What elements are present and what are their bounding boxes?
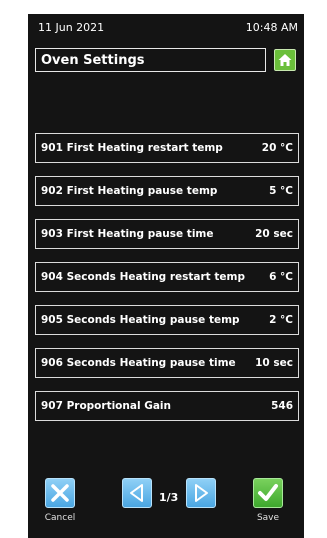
cancel-button[interactable]: [45, 478, 75, 508]
setting-value: 20 °C: [261, 142, 293, 154]
setting-row-902[interactable]: 902 First Heating pause temp 5 °C: [35, 176, 299, 206]
setting-label: 904 Seconds Heating restart temp: [41, 271, 245, 283]
setting-label: 902 First Heating pause temp: [41, 185, 218, 197]
oven-settings-screen: 11 Jun 2021 10:48 AM Oven Settings 901 F…: [28, 14, 304, 538]
checkmark-icon: [258, 484, 278, 501]
setting-row-901[interactable]: 901 First Heating restart temp 20 °C: [35, 133, 299, 163]
setting-row-906[interactable]: 906 Seconds Heating pause time 10 sec: [35, 348, 299, 378]
save-caption: Save: [256, 513, 280, 523]
setting-value: 10 sec: [255, 357, 293, 369]
triangle-left-icon: [130, 484, 143, 502]
setting-row-903[interactable]: 903 First Heating pause time 20 sec: [35, 219, 299, 249]
setting-row-905[interactable]: 905 Seconds Heating pause temp 2 °C: [35, 305, 299, 335]
setting-label: 907 Proportional Gain: [41, 400, 171, 412]
setting-value: 6 °C: [269, 271, 293, 283]
x-icon: [51, 484, 69, 502]
setting-value: 20 sec: [255, 228, 293, 240]
page-title: Oven Settings: [35, 48, 266, 72]
next-page-button[interactable]: [186, 478, 216, 508]
setting-value: 2 °C: [269, 314, 293, 326]
setting-label: 901 First Heating restart temp: [41, 142, 223, 154]
save-button[interactable]: [253, 478, 283, 508]
home-button[interactable]: [274, 49, 296, 71]
status-bar: 11 Jun 2021 10:48 AM: [28, 14, 304, 38]
setting-label: 903 First Heating pause time: [41, 228, 214, 240]
setting-label: 906 Seconds Heating pause time: [41, 357, 236, 369]
setting-label: 905 Seconds Heating pause temp: [41, 314, 240, 326]
home-icon: [278, 54, 292, 66]
status-time: 10:48 AM: [245, 21, 298, 34]
setting-row-907[interactable]: 907 Proportional Gain 546: [35, 391, 299, 421]
setting-value: 546: [271, 400, 293, 412]
setting-value: 5 °C: [269, 185, 293, 197]
prev-page-button[interactable]: [122, 478, 152, 508]
setting-row-904[interactable]: 904 Seconds Heating restart temp 6 °C: [35, 262, 299, 292]
triangle-right-icon: [195, 484, 208, 502]
cancel-caption: Cancel: [44, 513, 76, 523]
status-date: 11 Jun 2021: [38, 21, 105, 34]
page-indicator: 1/3: [159, 491, 179, 504]
